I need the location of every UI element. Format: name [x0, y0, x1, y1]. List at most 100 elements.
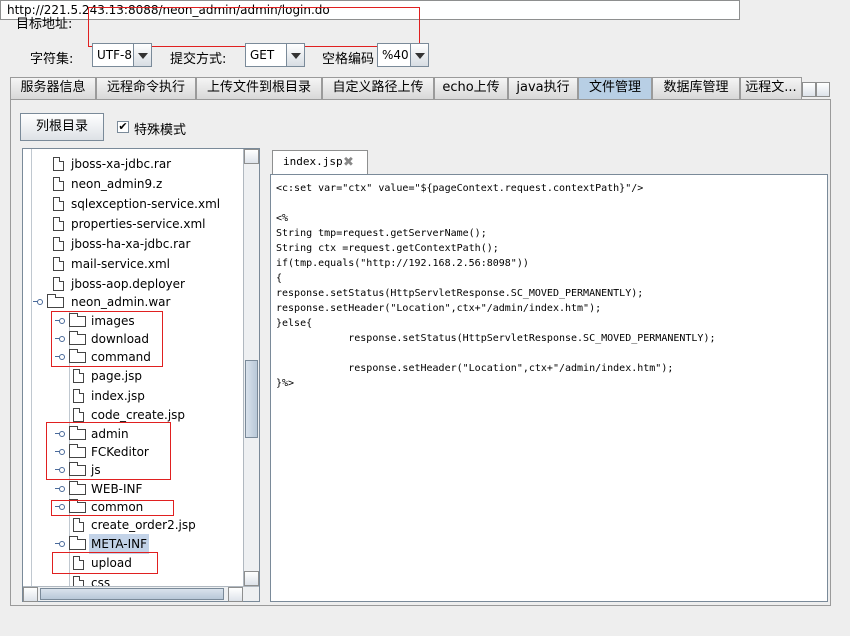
scroll-thumb[interactable]: [40, 588, 224, 600]
code-line: response.setStatus(HttpServletResponse.S…: [276, 333, 716, 344]
tab-upload-to-root[interactable]: 上传文件到根目录: [196, 77, 322, 99]
tree-item-label: WEB-INF: [91, 482, 143, 496]
tree-item-label: neon_admin9.z: [71, 177, 163, 191]
charset-label: 字符集:: [30, 52, 74, 67]
chevron-down-icon[interactable]: [286, 44, 304, 66]
tab-remote-command[interactable]: 远程命令执行: [96, 77, 196, 99]
file-tree[interactable]: jboss-xa-jdbc.rar neon_admin9.z sqlexcep…: [22, 148, 260, 602]
tree-item-label: sqlexception-service.xml: [71, 197, 221, 211]
tree-expand-handle-icon[interactable]: [55, 539, 65, 549]
tree-item-label: index.jsp: [91, 389, 145, 403]
list-root-button[interactable]: 列根目录: [20, 113, 104, 141]
code-line: <%: [276, 213, 289, 224]
tree-item-label: common: [91, 500, 144, 514]
folder-icon: [69, 481, 86, 495]
space-encoding-value: %40: [382, 48, 409, 62]
space-encoding-select[interactable]: %40: [377, 43, 429, 67]
tab-database-manager[interactable]: 数据库管理: [652, 77, 740, 99]
tab-file-manager[interactable]: 文件管理: [578, 77, 652, 99]
file-icon: [53, 237, 64, 251]
file-icon: [73, 518, 84, 532]
tab-echo-upload[interactable]: echo上传: [434, 77, 508, 99]
folder-icon: [69, 536, 86, 550]
tab-custom-path-upload[interactable]: 自定义路径上传: [322, 77, 434, 99]
chevron-down-icon[interactable]: [410, 44, 428, 66]
code-line: }%>: [276, 378, 295, 389]
tree-expand-handle-icon[interactable]: [55, 352, 65, 362]
tab-scroll-right-icon[interactable]: [816, 82, 830, 97]
file-icon: [53, 257, 64, 271]
code-line: response.setHeader("Location",ctx+"/admi…: [276, 363, 674, 374]
tree-item-label: mail-service.xml: [71, 257, 170, 271]
method-label: 提交方式:: [170, 52, 227, 67]
scroll-down-icon[interactable]: [244, 571, 259, 586]
file-icon: [53, 277, 64, 291]
tree-expand-handle-icon[interactable]: [55, 429, 65, 439]
folder-icon: [69, 349, 86, 363]
space-encoding-label: 空格编码: [322, 52, 375, 67]
tree-expand-handle-icon[interactable]: [55, 316, 65, 326]
tree-expand-handle-icon[interactable]: [55, 465, 65, 475]
method-value: GET: [250, 48, 275, 62]
scroll-left-icon[interactable]: [23, 587, 38, 602]
charset-value: UTF-8: [97, 48, 132, 62]
tab-remote-file[interactable]: 远程文...: [740, 77, 802, 99]
tree-item-label: code_create.jsp: [91, 408, 186, 422]
split-pane-divider[interactable]: [262, 148, 266, 602]
tree-item-label: download: [91, 332, 150, 346]
tree-expand-handle-icon[interactable]: [55, 502, 65, 512]
folder-icon: [69, 426, 86, 440]
file-icon: [73, 369, 84, 383]
code-line: if(tmp.equals("http://192.168.2.56:8098"…: [276, 258, 529, 269]
tree-item-label: jboss-ha-xa-jdbc.rar: [71, 237, 191, 251]
editor-tab[interactable]: index.jsp ✖: [272, 150, 368, 174]
tree-expand-handle-icon[interactable]: [55, 484, 65, 494]
editor-tab-label: index.jsp: [283, 155, 343, 168]
tree-item-label: js: [91, 463, 101, 477]
target-url-input[interactable]: http://221.5.243.13:8088/neon_admin/admi…: [0, 0, 740, 20]
tree-item-label: upload: [91, 556, 132, 570]
tree-item-label: jboss-aop.deployer: [71, 277, 185, 291]
file-icon: [53, 157, 64, 171]
tree-expand-handle-icon[interactable]: [33, 297, 43, 307]
special-mode-checkbox[interactable]: ✔: [117, 121, 129, 133]
folder-icon: [69, 444, 86, 458]
folder-icon: [69, 331, 86, 345]
tab-scroll-left-icon[interactable]: [802, 82, 816, 97]
method-select[interactable]: GET: [245, 43, 305, 67]
scroll-right-icon[interactable]: [228, 587, 243, 602]
tree-item-label: images: [91, 314, 135, 328]
tab-java-exec[interactable]: java执行: [508, 77, 578, 99]
scroll-thumb[interactable]: [245, 360, 258, 438]
tree-expand-handle-icon[interactable]: [55, 334, 65, 344]
file-icon: [53, 217, 64, 231]
close-icon[interactable]: ✖: [343, 155, 354, 170]
special-mode-label: 特殊模式: [134, 123, 187, 138]
code-line: }else{: [276, 318, 313, 329]
code-line: <c:set var="ctx" value="${pageContext.re…: [276, 183, 644, 194]
code-text[interactable]: <c:set var="ctx" value="${pageContext.re…: [276, 181, 716, 391]
charset-select[interactable]: UTF-8: [92, 43, 152, 67]
tree-item-label: properties-service.xml: [71, 217, 206, 231]
tree-horizontal-scrollbar[interactable]: [23, 586, 259, 602]
file-icon: [53, 197, 64, 211]
tree-item-label: admin: [91, 427, 129, 441]
scroll-up-icon[interactable]: [244, 149, 259, 164]
code-line: {: [276, 273, 283, 284]
target-url-label: 目标地址:: [16, 17, 73, 32]
tree-item-label: FCKeditor: [91, 445, 149, 459]
tree-item-label-selected: META-INF: [89, 534, 150, 554]
tree-item-label: command: [91, 350, 151, 364]
chevron-down-icon[interactable]: [133, 44, 151, 66]
code-editor[interactable]: <c:set var="ctx" value="${pageContext.re…: [270, 174, 828, 602]
code-line: String tmp=request.getServerName();: [276, 228, 487, 239]
folder-icon: [69, 313, 86, 327]
tab-server-info[interactable]: 服务器信息: [10, 77, 96, 99]
tree-item-label: jboss-xa-jdbc.rar: [71, 157, 172, 171]
code-line: String ctx =request.getContextPath();: [276, 243, 499, 254]
tree-expand-handle-icon[interactable]: [55, 447, 65, 457]
tree-vertical-scrollbar[interactable]: [243, 149, 259, 586]
file-icon: [73, 408, 84, 422]
